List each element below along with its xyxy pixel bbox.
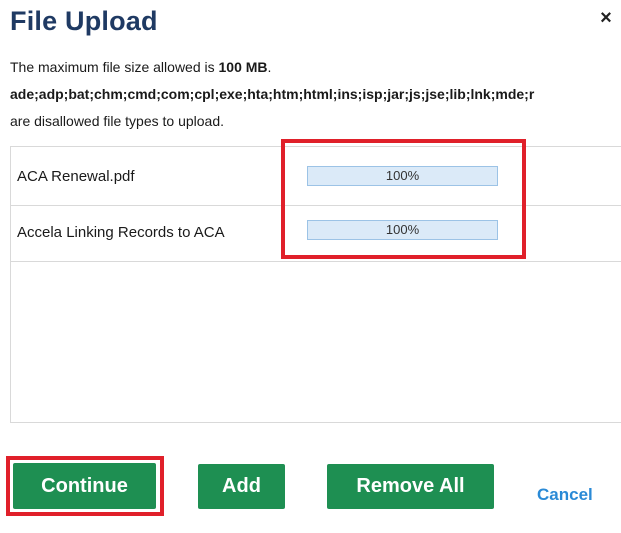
disallowed-types-note: are disallowed file types to upload.	[10, 113, 225, 129]
progress-label: 100%	[385, 168, 420, 183]
max-size-suffix: .	[267, 59, 272, 75]
continue-button[interactable]: Continue	[13, 463, 156, 509]
file-upload-dialog: File Upload × The maximum file size allo…	[0, 0, 621, 533]
close-icon[interactable]: ×	[596, 8, 616, 28]
file-row: ACA Renewal.pdf 100%	[11, 149, 621, 206]
disallowed-types-list: ade;adp;bat;chm;cmd;com;cpl;exe;hta;htm;…	[10, 86, 535, 102]
remove-all-button[interactable]: Remove All	[327, 464, 494, 509]
file-list: ACA Renewal.pdf 100% Accela Linking Reco…	[10, 146, 621, 423]
cancel-link[interactable]: Cancel	[537, 485, 593, 505]
file-name: ACA Renewal.pdf	[17, 168, 135, 185]
max-size-value: 100 MB	[218, 59, 268, 75]
max-size-prefix: The maximum file size allowed is	[10, 59, 219, 75]
dialog-title: File Upload	[10, 6, 158, 36]
max-size-text: The maximum file size allowed is 100 MB.	[10, 57, 621, 77]
progress-label: 100%	[385, 222, 420, 237]
add-button[interactable]: Add	[198, 464, 285, 509]
file-row: Accela Linking Records to ACA 100%	[11, 205, 621, 262]
upload-progress-bar: 100%	[307, 166, 498, 186]
file-name: Accela Linking Records to ACA	[17, 224, 225, 241]
upload-progress-bar: 100%	[307, 220, 498, 240]
